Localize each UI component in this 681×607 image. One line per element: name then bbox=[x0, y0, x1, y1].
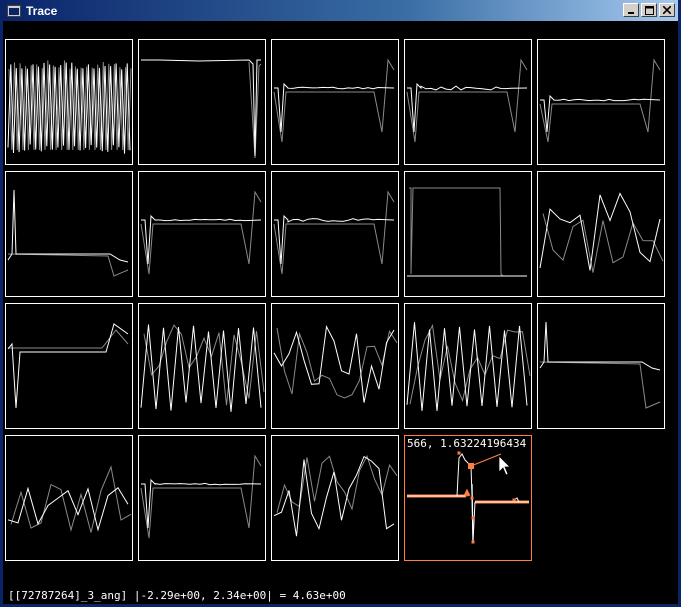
trace-plot bbox=[407, 187, 527, 277]
title-bar[interactable]: Trace bbox=[3, 0, 678, 21]
trace-panel[interactable] bbox=[271, 39, 399, 165]
trace-canvas[interactable]: 566, 1.63224196434 [[72787264]_3_ang] |-… bbox=[3, 21, 678, 604]
trace-line bbox=[409, 323, 531, 405]
trace-line bbox=[7, 253, 129, 277]
panel-grid: 566, 1.63224196434 bbox=[5, 39, 675, 569]
close-icon bbox=[663, 6, 671, 14]
trace-line bbox=[470, 453, 502, 467]
trace-line bbox=[539, 192, 661, 271]
trace-plot bbox=[273, 454, 398, 537]
trace-line bbox=[143, 324, 265, 406]
trace-plot bbox=[140, 454, 262, 539]
trace-plot bbox=[140, 190, 262, 275]
trace-plot bbox=[7, 60, 132, 154]
trace-panel[interactable] bbox=[537, 39, 665, 165]
panel-value-readout: 566, 1.63224196434 bbox=[407, 437, 527, 450]
trace-line bbox=[140, 454, 262, 539]
trace-panel[interactable] bbox=[404, 303, 532, 429]
trace-plot bbox=[539, 321, 661, 409]
trace-line bbox=[409, 187, 527, 277]
trace-plot bbox=[539, 58, 661, 143]
trace-plot bbox=[539, 192, 664, 273]
trace-line bbox=[406, 58, 528, 143]
maximize-button[interactable] bbox=[641, 3, 657, 17]
trace-line bbox=[141, 214, 262, 265]
trace-plot bbox=[406, 58, 528, 143]
trace-plot bbox=[406, 322, 531, 411]
trace-point-marker[interactable] bbox=[457, 451, 461, 455]
trace-plot bbox=[7, 323, 129, 409]
trace-line bbox=[274, 82, 395, 133]
status-readout: [[72787264]_3_ang] |-2.29e+00, 2.34e+00|… bbox=[8, 589, 346, 602]
trace-window: Trace 566, 1.63224196434 [[72787264]_3_a… bbox=[0, 0, 681, 607]
trace-line bbox=[10, 465, 132, 533]
trace-line bbox=[471, 483, 474, 543]
trace-panel[interactable] bbox=[537, 435, 665, 561]
window-title: Trace bbox=[26, 3, 58, 18]
trace-panel[interactable] bbox=[537, 303, 665, 429]
trace-plot bbox=[273, 190, 395, 275]
trace-line bbox=[273, 58, 395, 143]
trace-plot bbox=[273, 58, 395, 143]
minimize-icon bbox=[628, 12, 634, 14]
trace-line bbox=[406, 322, 528, 411]
trace-point-marker[interactable] bbox=[470, 496, 474, 500]
trace-line bbox=[141, 478, 262, 529]
trace-panel[interactable]: 566, 1.63224196434 bbox=[404, 435, 532, 561]
trace-plot bbox=[273, 324, 398, 403]
trace-line bbox=[540, 94, 661, 133]
trace-panel[interactable] bbox=[404, 39, 532, 165]
trace-panel[interactable] bbox=[271, 435, 399, 561]
trace-panel[interactable] bbox=[5, 171, 133, 297]
mouse-cursor-icon bbox=[498, 455, 511, 476]
trace-plot bbox=[141, 59, 262, 159]
trace-line bbox=[539, 58, 661, 143]
trace-panel[interactable] bbox=[138, 435, 266, 561]
trace-line bbox=[141, 59, 261, 157]
trace-line bbox=[273, 190, 395, 275]
trace-panel[interactable] bbox=[5, 39, 133, 165]
trace-plot bbox=[140, 324, 265, 412]
trace-plot bbox=[7, 189, 129, 277]
trace-line bbox=[274, 214, 395, 265]
trace-panel[interactable] bbox=[138, 303, 266, 429]
trace-line bbox=[273, 455, 395, 537]
trace-panel[interactable] bbox=[537, 171, 665, 297]
trace-line bbox=[407, 488, 471, 498]
maximize-icon bbox=[644, 5, 654, 15]
trace-panel[interactable] bbox=[271, 303, 399, 429]
trace-plot bbox=[7, 465, 132, 533]
trace-panel[interactable] bbox=[271, 171, 399, 297]
trace-panel[interactable] bbox=[138, 39, 266, 165]
trace-point-marker[interactable] bbox=[471, 540, 475, 544]
trace-point-marker[interactable] bbox=[471, 516, 475, 520]
trace-line bbox=[7, 323, 129, 409]
trace-line bbox=[140, 190, 262, 275]
trace-panel[interactable] bbox=[404, 171, 532, 297]
trace-panel[interactable] bbox=[138, 171, 266, 297]
trace-line bbox=[7, 189, 129, 263]
trace-panel[interactable] bbox=[5, 435, 133, 561]
window-app-icon[interactable] bbox=[6, 4, 22, 18]
trace-line bbox=[542, 213, 664, 273]
trace-line bbox=[407, 82, 528, 133]
close-button[interactable] bbox=[659, 3, 675, 17]
trace-plot bbox=[407, 451, 529, 544]
trace-point-marker[interactable] bbox=[468, 463, 474, 469]
minimize-button[interactable] bbox=[623, 3, 639, 17]
trace-line bbox=[276, 454, 398, 513]
trace-point-marker[interactable] bbox=[512, 498, 516, 502]
trace-panel[interactable] bbox=[5, 303, 133, 429]
trace-line bbox=[539, 361, 661, 409]
